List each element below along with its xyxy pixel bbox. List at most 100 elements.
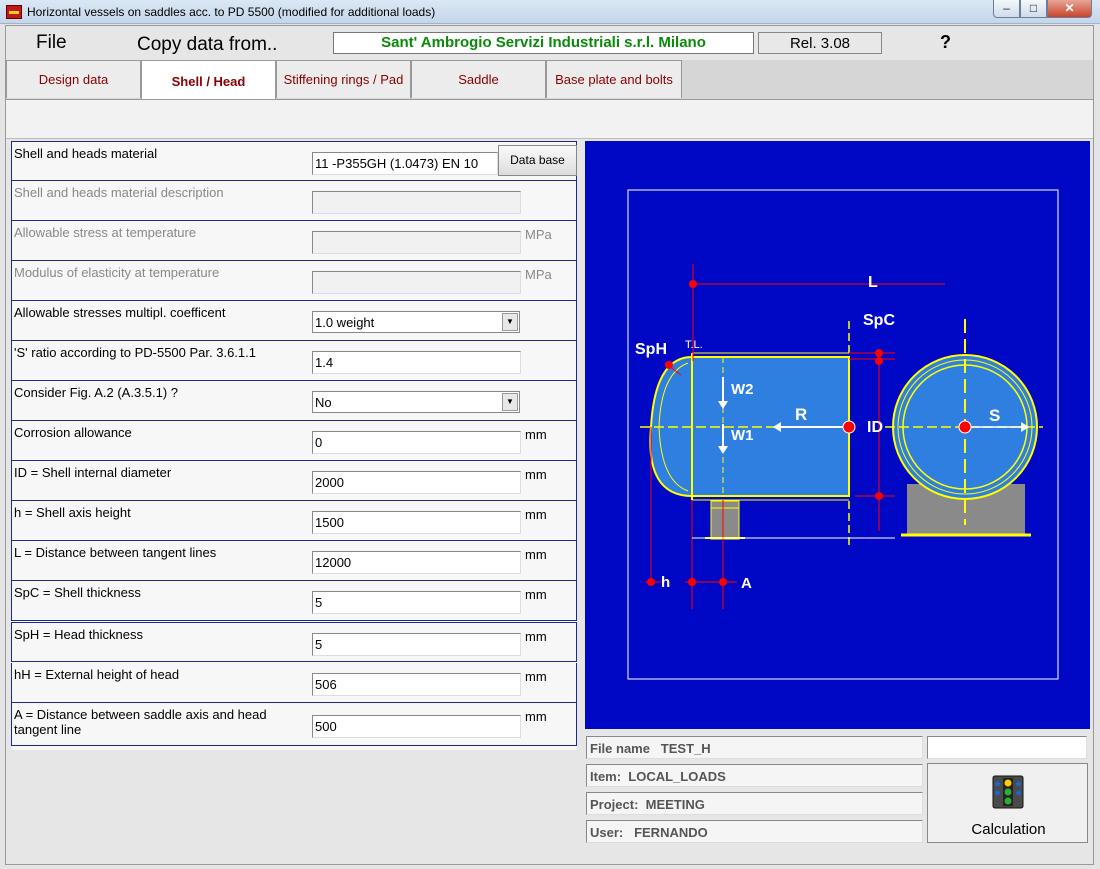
allowable-stress-label: Allowable stress at temperature: [14, 225, 197, 240]
label-W1: W1: [731, 427, 754, 444]
corrosion-label: Corrosion allowance: [14, 425, 132, 440]
user-field[interactable]: User: FERNANDO: [586, 820, 923, 843]
label-W2: W2: [731, 381, 754, 398]
tab-design-data[interactable]: Design data: [6, 60, 141, 98]
help-button[interactable]: ?: [940, 32, 951, 53]
h-label: h = Shell axis height: [14, 505, 131, 520]
row-id: ID = Shell internal diameter 2000 mm: [11, 461, 577, 501]
menu-copy-data[interactable]: Copy data from..: [137, 34, 277, 56]
modulus-label: Modulus of elasticity at temperature: [14, 265, 220, 280]
description-label: Shell and heads material description: [14, 185, 224, 200]
chevron-down-icon[interactable]: ▼: [502, 393, 518, 411]
tab-bar: Design data Shell / Head Stiffening ring…: [6, 60, 1093, 101]
fig-a2-select[interactable]: No ▼: [312, 391, 520, 413]
A-unit: mm: [525, 709, 547, 724]
file-name-field[interactable]: File name TEST_H: [586, 736, 923, 759]
company-name: Sant' Ambrogio Servizi Industriali s.r.l…: [333, 32, 754, 54]
chevron-down-icon[interactable]: ▼: [502, 313, 518, 331]
id-input[interactable]: 2000: [312, 471, 521, 494]
material-input[interactable]: 11 -P355GH (1.0473) EN 10: [312, 152, 498, 175]
item-field[interactable]: Item: LOCAL_LOADS: [586, 764, 923, 787]
label-TL: T.L.: [685, 339, 703, 351]
sph-unit: mm: [525, 629, 547, 644]
id-label: ID = Shell internal diameter: [14, 465, 172, 480]
h-unit: mm: [525, 507, 547, 522]
label-h: h: [661, 574, 670, 591]
sph-label: SpH = Head thickness: [14, 627, 143, 642]
modulus-unit: MPa: [525, 267, 552, 282]
vessel-drawing: L SpC SpH T.L. W2 W1 R ID S h A: [585, 141, 1090, 729]
label-L: L: [868, 274, 878, 291]
release-version: Rel. 3.08: [758, 32, 882, 54]
allowable-stress-unit: MPa: [525, 227, 552, 242]
shell-head-form: Shell and heads material 11 -P355GH (1.0…: [11, 141, 577, 750]
row-material: Shell and heads material 11 -P355GH (1.0…: [11, 141, 577, 181]
row-multiplier: Allowable stresses multipl. coefficent 1…: [11, 301, 577, 341]
L-input[interactable]: 12000: [312, 551, 521, 574]
tab-stiffening-rings[interactable]: Stiffening rings / Pad: [276, 60, 411, 98]
spc-input[interactable]: 5: [312, 591, 521, 614]
hH-label: hH = External height of head: [14, 667, 180, 682]
label-SpC: SpC: [863, 312, 895, 329]
L-unit: mm: [525, 547, 547, 562]
app-window: File Copy data from.. Sant' Ambrogio Ser…: [5, 25, 1094, 865]
material-label: Shell and heads material: [14, 146, 158, 161]
row-sph: SpH = Head thickness 5 mm: [11, 622, 577, 662]
label-S: S: [989, 406, 1000, 425]
h-input[interactable]: 1500: [312, 511, 521, 534]
A-input[interactable]: 500: [312, 715, 521, 738]
tab-shell-head[interactable]: Shell / Head: [141, 60, 276, 101]
fig-a2-value: No: [315, 395, 332, 410]
label-SpH: SpH: [635, 341, 667, 358]
label-R: R: [795, 405, 807, 424]
description-input[interactable]: [312, 191, 521, 214]
hH-input[interactable]: 506: [312, 673, 521, 696]
sph-input[interactable]: 5: [312, 633, 521, 656]
fig-a2-label: Consider Fig. A.2 (A.3.5.1) ?: [14, 385, 179, 400]
tab-base-plate[interactable]: Base plate and bolts: [546, 60, 682, 98]
s-ratio-label: 'S' ratio according to PD-5500 Par. 3.6.…: [14, 345, 256, 360]
title-bar: Horizontal vessels on saddles acc. to PD…: [0, 0, 1100, 24]
traffic-light-icon: [992, 775, 1024, 809]
allowable-stress-input[interactable]: [312, 231, 521, 254]
menu-file[interactable]: File: [36, 32, 67, 54]
id-unit: mm: [525, 467, 547, 482]
label-ID: ID: [867, 419, 883, 436]
calculation-button[interactable]: Calculation: [927, 763, 1088, 843]
label-A: A: [741, 575, 752, 592]
row-fig-a2: Consider Fig. A.2 (A.3.5.1) ? No ▼: [11, 381, 577, 421]
s-ratio-input[interactable]: 1.4: [312, 351, 521, 374]
app-logo-icon: [6, 5, 22, 19]
row-s-ratio: 'S' ratio according to PD-5500 Par. 3.6.…: [11, 341, 577, 381]
A-label: A = Distance between saddle axis and hea…: [14, 707, 267, 737]
calculation-label: Calculation: [971, 821, 1046, 838]
row-allowable-stress: Allowable stress at temperature MPa: [11, 221, 577, 261]
row-A: A = Distance between saddle axis and hea…: [11, 703, 577, 746]
spc-label: SpC = Shell thickness: [14, 585, 141, 600]
hH-unit: mm: [525, 669, 547, 684]
vessel-schematic: L SpC SpH T.L. W2 W1 R ID S h A: [627, 189, 1059, 680]
file-extra-field[interactable]: [927, 736, 1087, 759]
corrosion-input[interactable]: 0: [312, 431, 521, 454]
database-button[interactable]: Data base: [498, 145, 577, 176]
spc-unit: mm: [525, 587, 547, 602]
row-spc: SpC = Shell thickness 5 mm: [11, 581, 577, 621]
close-button[interactable]: ✕: [1047, 0, 1092, 18]
tab-saddle[interactable]: Saddle: [411, 60, 546, 98]
multiplier-select[interactable]: 1.0 weight ▼: [312, 311, 520, 333]
multiplier-value: 1.0 weight: [315, 315, 375, 330]
row-h: h = Shell axis height 1500 mm: [11, 501, 577, 541]
window-title: Horizontal vessels on saddles acc. to PD…: [27, 5, 436, 19]
row-description: Shell and heads material description: [11, 181, 577, 221]
row-corrosion: Corrosion allowance 0 mm: [11, 421, 577, 461]
multiplier-label: Allowable stresses multipl. coefficent: [14, 305, 226, 320]
row-hH: hH = External height of head 506 mm: [11, 663, 577, 703]
tab-panel-header: [6, 99, 1093, 139]
row-L: L = Distance between tangent lines 12000…: [11, 541, 577, 581]
minimize-button[interactable]: ‒: [993, 0, 1020, 18]
project-field[interactable]: Project: MEETING: [586, 792, 923, 815]
maximize-button[interactable]: □: [1020, 0, 1047, 18]
corrosion-unit: mm: [525, 427, 547, 442]
row-modulus: Modulus of elasticity at temperature MPa: [11, 261, 577, 301]
modulus-input[interactable]: [312, 271, 521, 294]
